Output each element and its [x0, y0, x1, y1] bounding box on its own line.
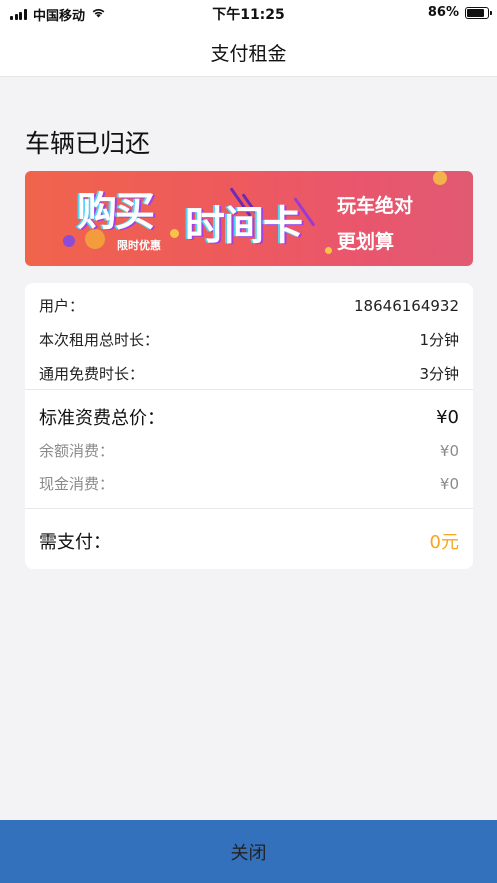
- battery-percent: 86%: [427, 5, 459, 20]
- free-duration-value: 3分钟: [419, 365, 459, 383]
- banner-decor-dot: [433, 171, 447, 185]
- banner-slogan-line1: 玩车绝对: [337, 195, 414, 217]
- status-time: 下午11:25: [212, 7, 285, 23]
- detail-row-cash: 现金消费： ¥0: [39, 473, 459, 494]
- total-price-value: ¥0: [436, 406, 459, 428]
- battery-icon: [465, 6, 492, 19]
- detail-row-amount-due: 需支付： 0元: [39, 528, 459, 554]
- banner-promo-tag: 限时优惠: [117, 239, 161, 252]
- total-price-label: 标准资费总价：: [39, 408, 165, 429]
- user-label: 用户：: [39, 297, 85, 315]
- page-title: 支付租金: [210, 43, 287, 65]
- detail-row-rent-duration: 本次租用总时长： 1分钟: [39, 329, 459, 350]
- detail-row-free-duration: 通用免费时长： 3分钟: [39, 363, 459, 384]
- rent-duration-value: 1分钟: [419, 331, 459, 349]
- amount-due-label: 需支付：: [39, 532, 111, 553]
- cash-label: 现金消费：: [39, 475, 115, 493]
- amount-due-value: 0元: [429, 532, 459, 553]
- free-duration-label: 通用免费时长：: [39, 365, 145, 383]
- divider: [25, 389, 473, 390]
- user-phone-value: 18646164932: [354, 296, 459, 315]
- banner-slogan-line2: 更划算: [337, 231, 395, 253]
- close-button[interactable]: 关闭: [0, 820, 497, 883]
- banner-title-time-card: 时间卡: [185, 203, 303, 249]
- banner-decor-dot: [325, 247, 332, 254]
- status-right: 86%: [427, 5, 492, 20]
- rent-duration-label: 本次租用总时长：: [39, 331, 160, 349]
- status-bar: 中国移动 下午11:25 86%: [0, 0, 497, 26]
- rent-detail-card: 用户： 18646164932 本次租用总时长： 1分钟 通用免费时长： 3分钟…: [25, 283, 473, 569]
- divider: [25, 508, 473, 509]
- banner-decor-dot: [63, 235, 75, 247]
- detail-row-total-price: 标准资费总价： ¥0: [39, 404, 459, 430]
- balance-value: ¥0: [439, 441, 459, 460]
- banner-title-buy: 购买: [77, 189, 155, 235]
- nav-bar: 支付租金: [0, 26, 497, 77]
- time-card-promo-banner[interactable]: 购买 限时优惠 时间卡 玩车绝对 更划算: [25, 171, 473, 266]
- detail-row-user: 用户： 18646164932: [39, 295, 459, 316]
- cash-value: ¥0: [439, 474, 459, 493]
- balance-label: 余额消费：: [39, 442, 115, 460]
- banner-decor-dot: [170, 229, 179, 238]
- detail-row-balance: 余额消费： ¥0: [39, 440, 459, 461]
- return-status-heading: 车辆已归还: [25, 129, 151, 158]
